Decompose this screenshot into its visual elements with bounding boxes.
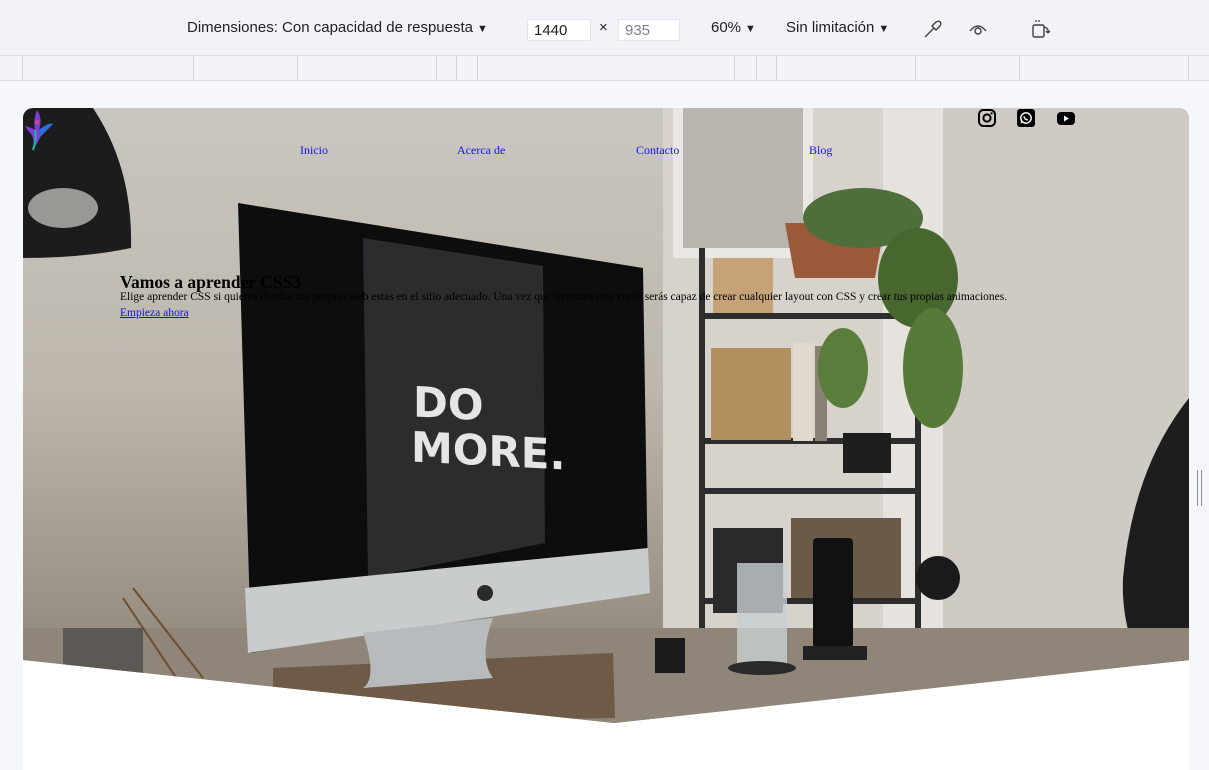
cta-link[interactable]: Empieza ahora bbox=[120, 307, 189, 319]
throttle-dropdown[interactable]: Sin limitación ▼ bbox=[786, 17, 889, 39]
nav-link-inicio[interactable]: Inicio bbox=[300, 143, 328, 158]
whatsapp-icon[interactable] bbox=[1016, 108, 1036, 128]
width-input[interactable]: 1440 bbox=[527, 19, 591, 41]
rotate-device-icon[interactable] bbox=[1030, 18, 1052, 40]
throttle-label: Sin limitación bbox=[786, 19, 875, 36]
chevron-down-icon: ▼ bbox=[745, 23, 756, 35]
device-toolbar: Dimensiones: Con capacidad de respuesta ▼… bbox=[0, 0, 1209, 56]
chevron-down-icon: ▼ bbox=[878, 23, 890, 35]
hero-description: Elige aprender CSS si quieres diseñar tu… bbox=[120, 291, 1008, 303]
instagram-icon[interactable] bbox=[977, 108, 997, 128]
site-logo[interactable] bbox=[23, 108, 57, 152]
zoom-label: 60% bbox=[711, 19, 742, 36]
eye-icon[interactable] bbox=[967, 18, 989, 40]
hero-section: DO MORE. Inicio Acerca de Contacto Blog bbox=[23, 108, 1189, 723]
height-input[interactable]: 935 bbox=[618, 19, 680, 41]
times-symbol: × bbox=[599, 19, 608, 36]
dimensions-dropdown[interactable]: Dimensiones: Con capacidad de respuesta ▼ bbox=[187, 17, 488, 39]
nav-link-acerca[interactable]: Acerca de bbox=[457, 143, 505, 158]
resize-handle[interactable] bbox=[1197, 470, 1203, 506]
hero-title: Vamos a aprender CSS3 bbox=[120, 272, 302, 292]
hero-content: Vamos a aprender CSS3 Elige aprender CSS… bbox=[120, 273, 1070, 321]
zoom-dropdown[interactable]: 60% ▼ bbox=[711, 17, 756, 39]
emulated-viewport: DO MORE. Inicio Acerca de Contacto Blog bbox=[23, 108, 1189, 770]
hero-background-image: DO MORE. bbox=[23, 108, 1189, 723]
chevron-down-icon: ▼ bbox=[477, 23, 488, 35]
breakpoint-ruler[interactable] bbox=[0, 56, 1209, 81]
nav-link-blog[interactable]: Blog bbox=[809, 143, 832, 158]
eyedropper-icon[interactable] bbox=[922, 18, 944, 40]
dimensions-label: Dimensiones: Con capacidad de respuesta bbox=[187, 19, 474, 36]
youtube-icon[interactable] bbox=[1056, 108, 1076, 128]
monitor-text-more: MORE. bbox=[411, 422, 565, 479]
nav-link-contacto[interactable]: Contacto bbox=[636, 143, 679, 158]
